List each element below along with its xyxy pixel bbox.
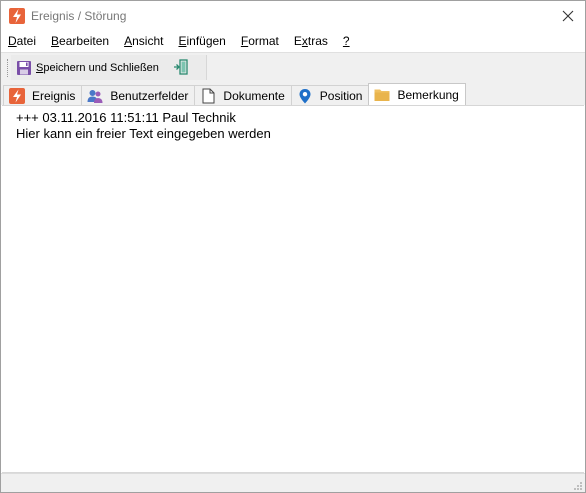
remark-text[interactable]: +++ 03.11.2016 11:51:11 Paul Technik Hie…	[16, 110, 580, 142]
remark-editor[interactable]: +++ 03.11.2016 11:51:11 Paul Technik Hie…	[2, 105, 584, 472]
document-icon	[202, 88, 215, 104]
floppy-disk-icon	[17, 61, 31, 75]
remark-line-header: +++ 03.11.2016 11:51:11 Paul Technik	[16, 110, 236, 125]
users-icon	[87, 90, 103, 103]
tab-ereignis[interactable]: Ereignis	[3, 85, 83, 106]
menu-datei[interactable]: Datei	[1, 31, 44, 51]
map-pin-icon	[299, 89, 311, 104]
close-button[interactable]	[551, 1, 585, 31]
status-bar	[1, 473, 585, 492]
tab-dokumente[interactable]: Dokumente	[194, 85, 292, 106]
remark-line-body: Hier kann ein freier Text eingegeben wer…	[16, 126, 271, 141]
app-lightning-icon	[9, 8, 25, 24]
menu-bar: Datei Bearbeiten Ansicht Einfügen Format…	[1, 31, 585, 51]
lightning-icon	[9, 88, 25, 104]
menu-format[interactable]: Format	[234, 31, 287, 51]
menu-help[interactable]: ?	[336, 31, 358, 51]
tab-position[interactable]: Position	[290, 85, 370, 106]
menu-ansicht[interactable]: Ansicht	[117, 31, 171, 51]
folder-icon	[374, 89, 390, 101]
menu-einfuegen[interactable]: Einfügen	[171, 31, 233, 51]
menu-bearbeiten[interactable]: Bearbeiten	[44, 31, 117, 51]
menu-extras[interactable]: Extras	[287, 31, 336, 51]
close-icon	[562, 10, 574, 22]
tab-bemerkung[interactable]: Bemerkung	[368, 83, 466, 106]
title-bar[interactable]: Ereignis / Störung	[1, 1, 585, 31]
resize-grip-icon[interactable]	[573, 481, 583, 491]
exit-door-icon	[174, 59, 188, 75]
save-and-close-button[interactable]: Speichern und Schließen	[16, 58, 159, 78]
dialog-window: Ereignis / Störung Datei Bearbeiten Ansi…	[0, 0, 586, 493]
tab-benutzerfelder[interactable]: Benutzerfelder	[81, 85, 196, 106]
tab-bar: Ereignis Benutzerfelder Dokumente Positi…	[1, 82, 585, 106]
window-title: Ereignis / Störung	[31, 9, 127, 23]
toolbar: Speichern und Schließen	[1, 52, 585, 83]
exit-button[interactable]	[173, 59, 189, 75]
